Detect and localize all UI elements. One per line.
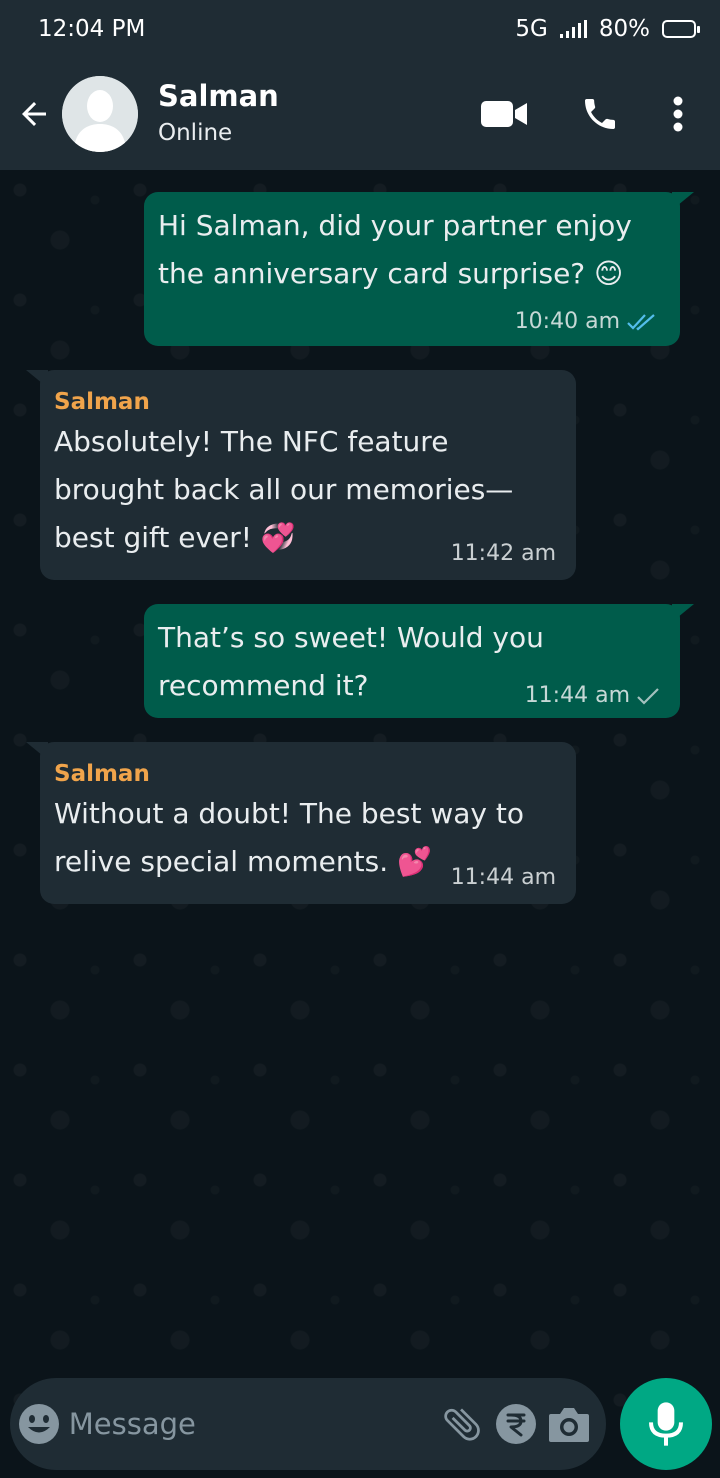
status-time: 12:04 PM	[38, 16, 146, 42]
mic-icon	[649, 1402, 683, 1446]
battery-percent: 80%	[598, 16, 650, 42]
chat-messages[interactable]: Hi Salman, did your partner enjoy the an…	[0, 170, 720, 1478]
video-call-icon	[481, 101, 527, 127]
incoming-message[interactable]: Salman Absolutely! The NFC feature broug…	[26, 370, 576, 580]
single-check-icon	[637, 688, 659, 705]
phone-icon	[585, 99, 615, 129]
message-time: 10:40 am	[514, 309, 620, 334]
bubble-tail	[672, 604, 694, 622]
network-type: 5G	[515, 16, 548, 42]
default-avatar-icon	[62, 76, 138, 152]
emoji-button[interactable]	[10, 1380, 69, 1468]
contact-info[interactable]: Salman Online	[158, 78, 279, 150]
video-call-button[interactable]	[456, 74, 552, 154]
status-indicators: 5G 80%	[515, 16, 700, 42]
back-button[interactable]	[2, 82, 66, 146]
emoji-icon	[19, 1404, 60, 1444]
message-time: 11:44 am	[524, 683, 630, 708]
more-vert-icon	[673, 96, 683, 132]
payment-button[interactable]	[489, 1384, 542, 1464]
outgoing-message[interactable]: Hi Salman, did your partner enjoy the an…	[144, 192, 694, 346]
message-time: 11:44 am	[450, 865, 556, 890]
status-bar: 12:04 PM 5G 80%	[0, 0, 720, 58]
camera-button[interactable]	[543, 1384, 596, 1464]
incoming-message[interactable]: Salman Without a doubt! The best way to …	[26, 742, 576, 904]
bubble-tail	[26, 742, 48, 760]
double-check-read-icon	[627, 314, 655, 331]
message-meta: 11:44 am	[451, 864, 556, 892]
battery-icon	[662, 20, 700, 38]
message-text: Hi Salman, did your partner enjoy the an…	[158, 209, 632, 290]
back-arrow-icon	[22, 102, 46, 126]
message-sender: Salman	[54, 389, 150, 415]
signal-icon	[559, 20, 587, 38]
avatar[interactable]	[62, 76, 138, 152]
bubble-tail	[672, 192, 694, 210]
camera-icon	[549, 1408, 590, 1442]
attach-button[interactable]	[436, 1384, 489, 1464]
contact-name: Salman	[158, 79, 279, 113]
chat-header: Salman Online	[0, 58, 720, 170]
bubble-tail	[26, 370, 48, 388]
rupee-payment-icon	[495, 1404, 536, 1444]
contact-status: Online	[158, 120, 233, 146]
message-composer	[10, 1378, 606, 1470]
attach-icon	[444, 1408, 481, 1441]
message-meta: 11:44 am	[525, 682, 660, 710]
message-meta: 10:40 am	[515, 308, 658, 336]
message-input[interactable]	[68, 1394, 436, 1454]
more-options-button[interactable]	[648, 74, 708, 154]
voice-record-button[interactable]	[620, 1378, 712, 1470]
outgoing-message[interactable]: That’s so sweet! Would you recommend it?…	[144, 604, 694, 718]
voice-call-button[interactable]	[552, 74, 648, 154]
header-actions	[456, 58, 720, 170]
message-sender: Salman	[54, 761, 150, 787]
message-meta: 11:42 am	[451, 540, 556, 568]
message-time: 11:42 am	[450, 541, 556, 566]
